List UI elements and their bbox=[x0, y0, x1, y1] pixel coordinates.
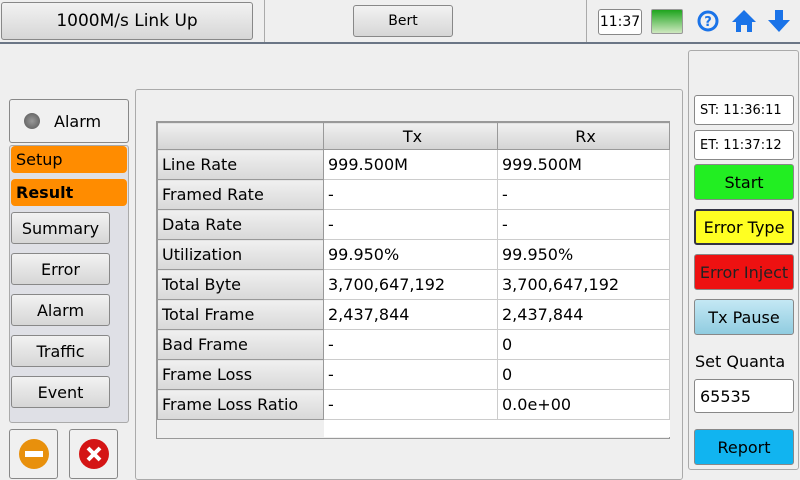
alarm-led-icon bbox=[24, 113, 40, 129]
tx-value: - bbox=[323, 179, 498, 210]
rx-value: 0 bbox=[497, 329, 670, 360]
tx-value: 2,437,844 bbox=[323, 299, 498, 330]
row-label: Utilization bbox=[157, 239, 324, 270]
rx-value: 0.0e+00 bbox=[497, 389, 670, 420]
rx-value: 0 bbox=[497, 359, 670, 390]
row-label: Framed Rate bbox=[157, 179, 324, 210]
table-row: Line Rate 999.500M 999.500M bbox=[157, 149, 670, 180]
tx-value: - bbox=[323, 209, 498, 240]
table-row: Framed Rate - - bbox=[157, 179, 670, 210]
nav-summary[interactable]: Summary bbox=[11, 212, 110, 244]
table-row: Bad Frame -0 bbox=[157, 329, 670, 360]
nav-error[interactable]: Error bbox=[11, 253, 110, 285]
battery-icon bbox=[651, 9, 683, 34]
rx-value: 2,437,844 bbox=[497, 299, 670, 330]
header-rx: Rx bbox=[497, 122, 670, 150]
start-time: ST: 11:36:11 bbox=[694, 95, 794, 125]
nav-event[interactable]: Event bbox=[11, 376, 110, 408]
help-icon[interactable]: ? bbox=[697, 10, 719, 32]
nav-alarm[interactable]: Alarm bbox=[11, 294, 110, 326]
tx-value: - bbox=[323, 359, 498, 390]
rx-value: - bbox=[497, 209, 670, 240]
header-tx: Tx bbox=[323, 122, 498, 150]
alarm-label: Alarm bbox=[54, 111, 102, 131]
tx-value: 999.500M bbox=[323, 149, 498, 180]
quanta-input[interactable]: 65535 bbox=[694, 379, 794, 413]
row-label: Frame Loss Ratio bbox=[157, 389, 324, 420]
rx-value: - bbox=[497, 179, 670, 210]
tx-value: - bbox=[323, 329, 498, 360]
mode-button[interactable]: Bert bbox=[353, 5, 453, 37]
tx-pause-button[interactable]: Tx Pause bbox=[694, 299, 794, 335]
link-status-button[interactable]: 1000M/s Link Up bbox=[1, 2, 253, 40]
row-label: Total Byte bbox=[157, 269, 324, 300]
report-button[interactable]: Report bbox=[694, 429, 794, 465]
result-table: Tx Rx Line Rate 999.500M 999.500M Framed Ra… bbox=[157, 122, 670, 437]
error-type-button[interactable]: Error Type bbox=[694, 209, 794, 245]
table-row: Frame Loss Ratio -0.0e+00 bbox=[157, 389, 670, 420]
start-button[interactable]: Start bbox=[694, 164, 794, 200]
tx-value: - bbox=[323, 389, 498, 420]
header-blank bbox=[157, 122, 324, 150]
tab-setup[interactable]: Setup bbox=[11, 146, 127, 173]
rx-value: 99.950% bbox=[497, 239, 670, 270]
table-row-empty bbox=[157, 419, 670, 437]
row-label: Frame Loss bbox=[157, 359, 324, 390]
table-row: Total Byte 3,700,647,192 3,700,647,192 bbox=[157, 269, 670, 300]
tx-value: 99.950% bbox=[323, 239, 498, 270]
clock: 11:37 bbox=[598, 9, 642, 35]
minimize-button[interactable] bbox=[9, 429, 58, 479]
tx-value: 3,700,647,192 bbox=[323, 269, 498, 300]
table-row: Frame Loss -0 bbox=[157, 359, 670, 390]
alarm-indicator[interactable]: Alarm bbox=[9, 99, 129, 143]
table-row: Total Frame 2,437,844 2,437,844 bbox=[157, 299, 670, 330]
set-quanta-label: Set Quanta bbox=[695, 352, 786, 371]
svg-text:?: ? bbox=[704, 15, 712, 30]
close-icon bbox=[78, 439, 109, 469]
tab-result[interactable]: Result bbox=[11, 179, 127, 206]
close-button[interactable] bbox=[69, 429, 118, 479]
top-bar: 1000M/s Link Up Bert 11:37 ? bbox=[0, 0, 800, 44]
row-label: Data Rate bbox=[157, 209, 324, 240]
arrow-down-icon[interactable] bbox=[766, 9, 792, 33]
rx-value: 999.500M bbox=[497, 149, 670, 180]
row-label: Bad Frame bbox=[157, 329, 324, 360]
rx-value: 3,700,647,192 bbox=[497, 269, 670, 300]
nav-traffic[interactable]: Traffic bbox=[11, 335, 110, 367]
minus-icon bbox=[18, 439, 49, 469]
table-row: Utilization 99.950% 99.950% bbox=[157, 239, 670, 270]
home-icon[interactable] bbox=[731, 9, 757, 33]
end-time: ET: 11:37:12 bbox=[694, 130, 794, 160]
row-label: Line Rate bbox=[157, 149, 324, 180]
error-inject-button[interactable]: Error Inject bbox=[694, 254, 794, 290]
row-label: Total Frame bbox=[157, 299, 324, 330]
table-row: Data Rate - - bbox=[157, 209, 670, 240]
